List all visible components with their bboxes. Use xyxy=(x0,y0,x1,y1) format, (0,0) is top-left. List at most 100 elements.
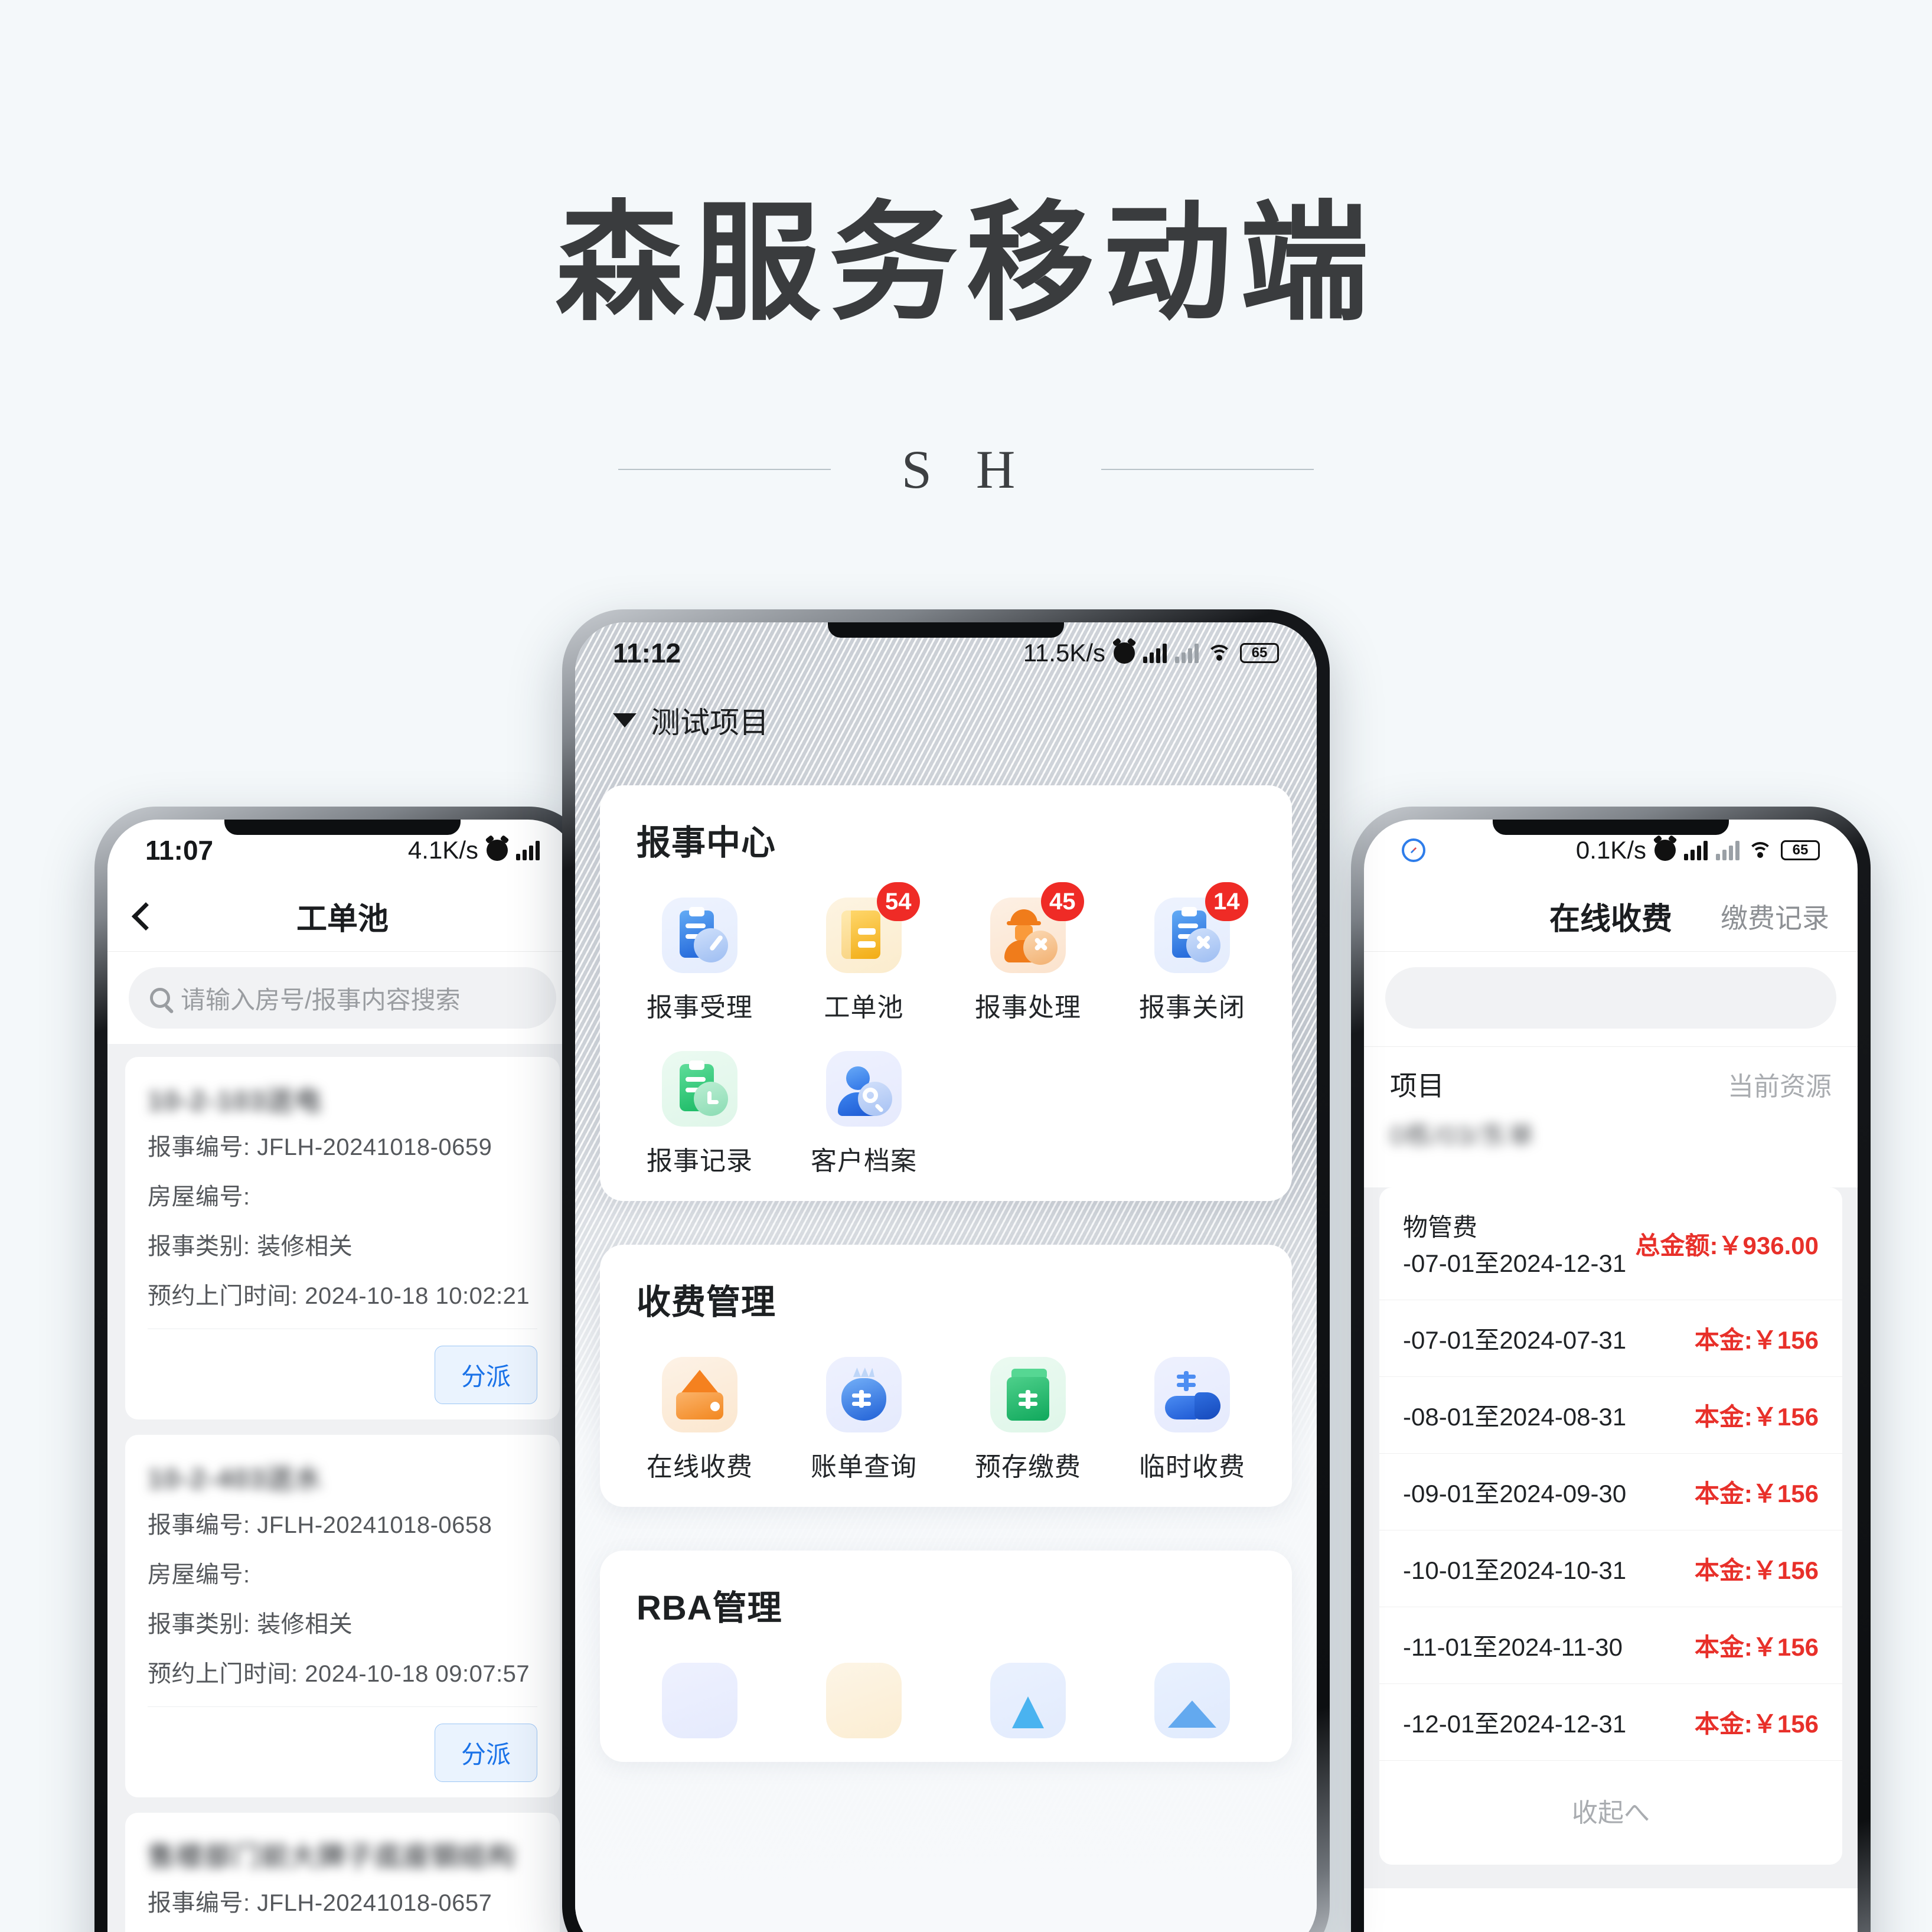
tile-rba-2[interactable] xyxy=(782,1663,946,1738)
subtitle: S H xyxy=(901,439,1031,500)
tile-temp-fee[interactable]: 临时收费 xyxy=(1110,1357,1274,1483)
bill-wrapper: 物管费 -07-01至2024-12-31 总金额:￥936.00 -07-01… xyxy=(1364,1187,1858,1888)
app-bar-left: 工单池 xyxy=(107,881,577,952)
tile-grid xyxy=(618,1663,1274,1738)
resource-value: 0栋/03/东单 xyxy=(1390,1121,1535,1150)
rba-icon-3 xyxy=(990,1663,1066,1738)
ticket-no-value: JFLH-20241018-0659 xyxy=(257,1134,492,1160)
subtitle-row: S H xyxy=(0,438,1932,501)
payment-records-link[interactable]: 缴费记录 xyxy=(1721,897,1829,936)
search-icon xyxy=(150,988,170,1008)
chevron-left-icon[interactable] xyxy=(131,902,161,931)
ticket-list[interactable]: 10-2-103送电 报事编号: JFLH-20241018-0659 房屋编号… xyxy=(107,1044,577,1932)
wifi-icon xyxy=(1748,841,1773,860)
section-rba-management: RBA管理 xyxy=(600,1551,1292,1762)
section-title: 报事中心 xyxy=(637,824,776,862)
signal-icon xyxy=(1143,643,1167,663)
status-net-speed: 0.1K/s xyxy=(1575,836,1646,864)
status-net-speed: 11.5K/s xyxy=(1023,639,1105,667)
section-title: 收费管理 xyxy=(637,1283,776,1321)
table-row: -10-01至2024-10-31 本金:￥156 xyxy=(1379,1530,1842,1607)
tile-customer-archive[interactable]: 客户档案 xyxy=(782,1051,946,1177)
banknote-icon xyxy=(990,1357,1066,1432)
search-input[interactable]: 请输入房号/报事内容搜索 xyxy=(129,967,556,1029)
tile-grid: 在线收费 账单查询 预存缴费 临时收费 xyxy=(618,1357,1274,1483)
bill-period: -08-01至2024-08-31 xyxy=(1403,1403,1627,1431)
status-net-speed: 4.1K/s xyxy=(407,836,478,864)
visit-time-value: 2024-10-18 09:07:57 xyxy=(305,1661,530,1687)
collapse-toggle[interactable]: 收起へ xyxy=(1379,1761,1842,1865)
ticket-title: 售楼部门前大牌子底座钢结构 xyxy=(148,1841,516,1868)
search-placeholder: 请输入房号/报事内容搜索 xyxy=(181,985,461,1014)
amount-label: 本金: xyxy=(1694,1403,1752,1431)
visit-time-label: 预约上门时间: xyxy=(148,1283,298,1309)
bill-period: -07-01至2024-12-31 xyxy=(1403,1249,1627,1277)
app-bar-title: 在线收费 xyxy=(1549,902,1672,936)
category-label: 报事类别: xyxy=(148,1611,250,1637)
app-bar-right: 在线收费 缴费记录 xyxy=(1364,881,1858,952)
bill-card: 物管费 -07-01至2024-12-31 总金额:￥936.00 -07-01… xyxy=(1379,1187,1842,1865)
house-no-label: 房屋编号: xyxy=(148,1562,250,1588)
tile-report-record[interactable]: 报事记录 xyxy=(618,1051,782,1177)
signal-icon xyxy=(516,840,540,860)
clipboard-edit-icon xyxy=(662,898,737,973)
project-name: 测试项目 xyxy=(651,706,769,739)
phone-center: 11:12 11.5K/s 65 测试项目 报事中心 报事受理 54 工单池 4… xyxy=(562,609,1330,1932)
category-value: 装修相关 xyxy=(257,1233,353,1259)
assign-button[interactable]: 分派 xyxy=(434,1346,537,1404)
notch xyxy=(1493,820,1729,835)
tile-label: 账单查询 xyxy=(811,1453,917,1481)
tile-label: 客户档案 xyxy=(811,1147,917,1176)
amount-label: 本金: xyxy=(1694,1480,1752,1507)
table-row[interactable]: 10-2-403送水 报事编号: JFLH-20241018-0658 房屋编号… xyxy=(125,1435,560,1797)
tile-label: 报事处理 xyxy=(975,993,1081,1022)
current-resource-label: 当前资源 xyxy=(1728,1072,1832,1101)
tile-report-close[interactable]: 14 报事关闭 xyxy=(1110,882,1274,1024)
tile-report-accept[interactable]: 报事受理 xyxy=(618,898,782,1024)
wifi-icon xyxy=(1207,644,1232,663)
amount-value: ￥156 xyxy=(1752,1326,1819,1354)
section-report-center: 报事中心 报事受理 54 工单池 45 报事处理 14 报事关闭 报事记录 客户… xyxy=(600,785,1292,1201)
amount-value: ￥156 xyxy=(1752,1556,1819,1584)
amount-label: 本金: xyxy=(1694,1326,1752,1354)
phone-left-screen: 11:07 4.1K/s 工单池 请输入房号/报事内容搜索 10-2-103送电… xyxy=(107,820,577,1932)
alarm-icon xyxy=(487,840,508,861)
table-row[interactable]: 10-2-103送电 报事编号: JFLH-20241018-0659 房屋编号… xyxy=(125,1057,560,1419)
phone-right: 0.1K/s 65 在线收费 缴费记录 项目 当前资源 0栋/03/东单 物管费… xyxy=(1351,807,1871,1932)
amount-label: 本金: xyxy=(1694,1633,1752,1661)
ticket-title: 10-2-403送水 xyxy=(148,1463,323,1490)
compass-icon xyxy=(1402,838,1425,862)
battery-icon: 65 xyxy=(1240,643,1279,663)
phone-left: 11:07 4.1K/s 工单池 请输入房号/报事内容搜索 10-2-103送电… xyxy=(94,807,590,1932)
search-wrapper: 请输入房号/报事内容搜索 xyxy=(107,952,577,1044)
tile-rba-3[interactable] xyxy=(946,1663,1110,1738)
tile-work-order-pool[interactable]: 54 工单池 xyxy=(782,882,946,1024)
tile-label: 报事关闭 xyxy=(1139,993,1245,1022)
tile-online-fee[interactable]: 在线收费 xyxy=(618,1357,782,1483)
total-value: ￥936.00 xyxy=(1718,1231,1819,1259)
ticket-no-label: 报事编号: xyxy=(148,1890,250,1916)
phone-center-screen: 11:12 11.5K/s 65 测试项目 报事中心 报事受理 54 工单池 4… xyxy=(575,622,1317,1932)
table-row[interactable]: 售楼部门前大牌子底座钢结构 报事编号: JFLH-20241018-0657 房… xyxy=(125,1813,560,1932)
amount-value: ￥156 xyxy=(1752,1403,1819,1431)
assign-button[interactable]: 分派 xyxy=(434,1724,537,1782)
tile-prepay[interactable]: 预存缴费 xyxy=(946,1357,1110,1483)
amount-value: ￥156 xyxy=(1752,1633,1819,1661)
resource-row[interactable]: 项目 当前资源 xyxy=(1364,1046,1858,1114)
page-title: 森服务移动端 xyxy=(555,189,1377,338)
tile-report-handle[interactable]: 45 报事处理 xyxy=(946,882,1110,1024)
search-input[interactable] xyxy=(1385,967,1836,1029)
poster-stage: 森服务移动端 S H 11:07 4.1K/s 工单池 请输入房号/报事内容搜索… xyxy=(0,0,1932,1932)
tile-rba-1[interactable] xyxy=(618,1663,782,1738)
divider-right xyxy=(1101,469,1314,470)
total-label: 总金额: xyxy=(1635,1231,1718,1259)
status-badge: 45 xyxy=(1041,882,1084,921)
signal-icon xyxy=(1684,840,1708,860)
tile-label: 报事记录 xyxy=(647,1147,753,1176)
project-selector[interactable]: 测试项目 xyxy=(575,684,1317,742)
rba-icon-2 xyxy=(826,1663,902,1738)
tile-rba-4[interactable] xyxy=(1110,1663,1274,1738)
phone-right-screen: 0.1K/s 65 在线收费 缴费记录 项目 当前资源 0栋/03/东单 物管费… xyxy=(1364,820,1858,1932)
alarm-icon xyxy=(1114,642,1135,664)
tile-bill-query[interactable]: 账单查询 xyxy=(782,1357,946,1483)
